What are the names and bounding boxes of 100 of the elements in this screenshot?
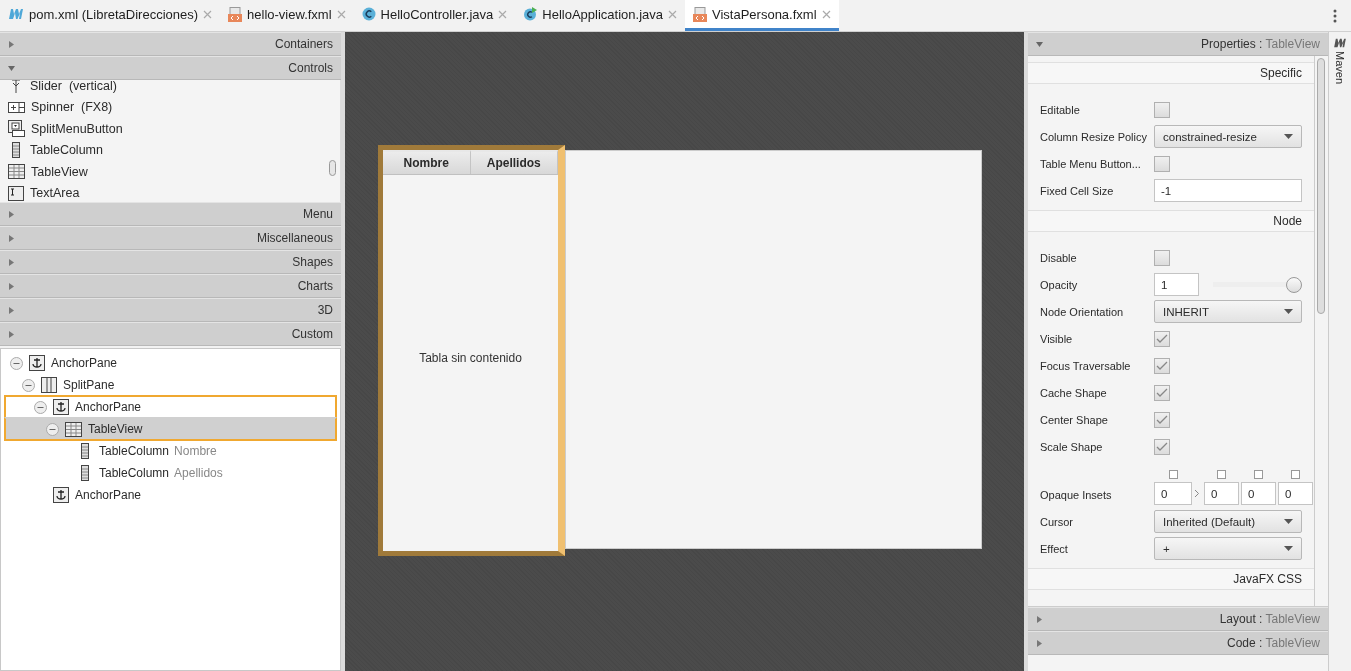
section-title: Specific <box>1259 66 1302 80</box>
checkbox[interactable] <box>1154 357 1170 374</box>
tree-label: AnchorPane <box>75 488 142 502</box>
tree-label: TableColumn Apellidos <box>99 466 223 480</box>
tree-row[interactable]: SplitPane <box>4 373 337 397</box>
close-icon[interactable] <box>668 9 677 19</box>
input-field[interactable]: 0 <box>1278 482 1313 505</box>
section-title: Controls <box>288 61 333 75</box>
section-title: Charts <box>297 279 333 293</box>
close-icon[interactable] <box>498 9 508 19</box>
expanded-arrow-icon <box>1036 40 1043 48</box>
column-header[interactable]: Apellidos <box>470 150 558 174</box>
collapsed-arrow-icon <box>8 282 15 290</box>
collapsed-arrow-icon <box>8 234 15 242</box>
library-item[interactable]: Spinner (FX8) <box>0 96 340 118</box>
tool-window-label[interactable]: Maven <box>1334 51 1346 85</box>
collapse-icon[interactable] <box>46 422 59 436</box>
input-field[interactable]: 1 <box>1154 273 1199 296</box>
property-label: Fixed Cell Size <box>1040 184 1115 197</box>
tree-label: SplitPane <box>63 378 115 392</box>
tree-row[interactable]: TableColumn Nombre <box>4 439 337 463</box>
checkbox[interactable] <box>1154 330 1170 347</box>
column-header[interactable]: Nombre <box>383 150 471 174</box>
input-field[interactable]: -1 <box>1154 179 1302 202</box>
panel-header[interactable]: Code : TableView <box>1028 631 1328 655</box>
anchor-icon <box>53 487 69 503</box>
dropdown-caret-icon <box>1284 309 1293 314</box>
input-field[interactable]: 0 <box>1204 482 1239 505</box>
tree-row[interactable]: TableColumn Apellidos <box>4 461 337 485</box>
library-item[interactable]: TableColumn <box>0 139 340 161</box>
dropdown[interactable]: INHERIT <box>1154 300 1302 323</box>
class-c-icon <box>361 7 376 21</box>
slider-thumb[interactable] <box>1286 276 1302 293</box>
library-section-header[interactable]: 3D <box>0 298 341 322</box>
link-checkbox[interactable] <box>1168 470 1178 479</box>
library-item[interactable]: TableView <box>0 161 340 183</box>
section-title: Custom <box>291 327 333 341</box>
checkbox[interactable] <box>1154 155 1170 172</box>
split-pane-icon <box>41 377 57 393</box>
editor-tab[interactable]: hello-view.fxml <box>220 0 354 31</box>
scrollbar-thumb[interactable] <box>329 160 336 176</box>
dropdown[interactable]: Inherited (Default) <box>1154 510 1302 533</box>
close-icon[interactable] <box>821 9 831 19</box>
library-section-header[interactable]: Containers <box>0 32 341 56</box>
library-section-header[interactable]: Shapes <box>0 250 341 274</box>
collapsed-arrow-icon <box>8 306 15 314</box>
dropdown[interactable]: constrained-resize <box>1154 125 1302 148</box>
section-header[interactable]: Specific <box>1028 62 1314 84</box>
link-checkbox[interactable] <box>1254 470 1263 479</box>
checkbox[interactable] <box>1154 101 1170 118</box>
editor-tab[interactable]: HelloController.java <box>353 0 516 31</box>
section-header[interactable]: JavaFX CSS <box>1028 568 1314 590</box>
tree-row[interactable]: AnchorPane <box>4 351 337 375</box>
section-header[interactable]: Node <box>1028 210 1314 232</box>
library-section-header[interactable]: Custom <box>0 322 341 346</box>
library-section-header[interactable]: Miscellaneous <box>0 226 341 250</box>
collapsed-arrow-icon <box>1036 615 1043 623</box>
input-field[interactable]: 0 <box>1241 482 1276 505</box>
table-icon <box>8 164 25 180</box>
scrollbar-thumb[interactable] <box>1317 58 1325 314</box>
inspector-header[interactable]: Properties : TableView <box>1028 32 1328 56</box>
close-icon[interactable] <box>203 9 213 19</box>
library-item[interactable]: TextArea <box>0 182 340 202</box>
library-section-header[interactable]: Menu <box>0 202 341 226</box>
collapse-icon[interactable] <box>34 400 47 414</box>
expanded-arrow-icon <box>8 64 15 72</box>
checkbox[interactable] <box>1154 438 1170 455</box>
collapse-icon[interactable] <box>10 356 23 370</box>
checkbox[interactable] <box>1154 384 1170 401</box>
table-view[interactable]: Nombre Apellidos Tabla sin contenido <box>378 145 565 556</box>
section-title: Miscellaneous <box>256 231 333 245</box>
collapse-icon[interactable] <box>22 378 35 392</box>
dropdown-caret-icon <box>1284 519 1293 524</box>
editor-tab[interactable]: HelloApplication.java <box>515 0 685 31</box>
section-title: JavaFX CSS <box>1233 572 1302 586</box>
collapsed-arrow-icon <box>8 258 15 266</box>
link-checkbox[interactable] <box>1217 470 1226 479</box>
tree-row[interactable]: TableView <box>4 417 337 441</box>
library-item[interactable]: Slider (vertical) <box>0 80 340 97</box>
more-options-icon[interactable] <box>1333 8 1337 23</box>
collapsed-arrow-icon <box>8 330 15 338</box>
input-field[interactable]: 0 <box>1154 482 1192 505</box>
property-label: Visible <box>1040 332 1074 345</box>
close-icon[interactable] <box>336 9 346 19</box>
collapsed-arrow-icon <box>1036 639 1043 647</box>
property-label: Table Menu Button... <box>1040 157 1142 170</box>
panel-header[interactable]: Layout : TableView <box>1028 607 1328 631</box>
library-section-header[interactable]: Charts <box>0 274 341 298</box>
library-item[interactable]: SplitMenuButton <box>0 118 340 140</box>
editor-tab[interactable]: VistaPersona.fxml <box>685 0 839 31</box>
dropdown[interactable]: + <box>1154 537 1302 560</box>
property-label: Disable <box>1040 251 1078 264</box>
tree-row[interactable]: AnchorPane <box>4 483 337 507</box>
dropdown-caret-icon <box>1284 546 1293 551</box>
checkbox[interactable] <box>1154 411 1170 428</box>
editor-tab[interactable]: pom.xml (LibretaDirecciones) <box>0 0 221 31</box>
collapsed-arrow-icon <box>8 40 15 48</box>
library-section-header[interactable]: Controls <box>0 56 341 80</box>
link-checkbox[interactable] <box>1291 470 1300 479</box>
checkbox[interactable] <box>1154 249 1170 266</box>
